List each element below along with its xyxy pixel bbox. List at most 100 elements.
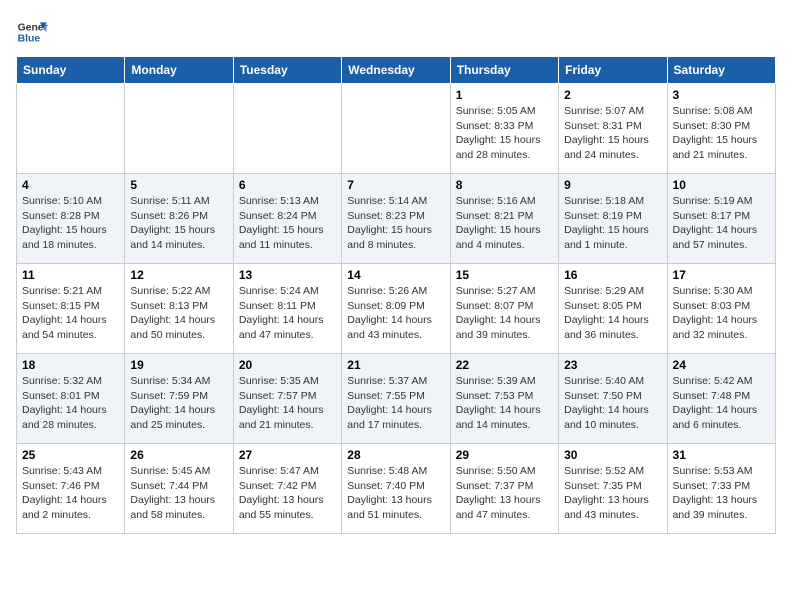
day-info: Sunrise: 5:32 AM Sunset: 8:01 PM Dayligh… bbox=[22, 374, 119, 433]
calendar-week-row: 18 Sunrise: 5:32 AM Sunset: 8:01 PM Dayli… bbox=[17, 354, 776, 444]
day-number: 26 bbox=[130, 448, 227, 462]
day-number: 16 bbox=[564, 268, 661, 282]
weekday-header: Tuesday bbox=[233, 57, 341, 84]
calendar-cell bbox=[17, 84, 125, 174]
day-info: Sunrise: 5:16 AM Sunset: 8:21 PM Dayligh… bbox=[456, 194, 553, 253]
day-info: Sunrise: 5:34 AM Sunset: 7:59 PM Dayligh… bbox=[130, 374, 227, 433]
calendar-cell: 10 Sunrise: 5:19 AM Sunset: 8:17 PM Dayli… bbox=[667, 174, 775, 264]
calendar-cell: 3 Sunrise: 5:08 AM Sunset: 8:30 PM Daylig… bbox=[667, 84, 775, 174]
day-info: Sunrise: 5:47 AM Sunset: 7:42 PM Dayligh… bbox=[239, 464, 336, 523]
calendar-cell: 31 Sunrise: 5:53 AM Sunset: 7:33 PM Dayli… bbox=[667, 444, 775, 534]
day-number: 7 bbox=[347, 178, 444, 192]
day-info: Sunrise: 5:37 AM Sunset: 7:55 PM Dayligh… bbox=[347, 374, 444, 433]
page-header: General Blue bbox=[16, 16, 776, 48]
day-info: Sunrise: 5:14 AM Sunset: 8:23 PM Dayligh… bbox=[347, 194, 444, 253]
calendar-cell bbox=[342, 84, 450, 174]
day-number: 8 bbox=[456, 178, 553, 192]
calendar-week-row: 1 Sunrise: 5:05 AM Sunset: 8:33 PM Daylig… bbox=[17, 84, 776, 174]
day-info: Sunrise: 5:08 AM Sunset: 8:30 PM Dayligh… bbox=[673, 104, 770, 163]
calendar-cell: 22 Sunrise: 5:39 AM Sunset: 7:53 PM Dayli… bbox=[450, 354, 558, 444]
weekday-header: Saturday bbox=[667, 57, 775, 84]
calendar-week-row: 4 Sunrise: 5:10 AM Sunset: 8:28 PM Daylig… bbox=[17, 174, 776, 264]
day-info: Sunrise: 5:05 AM Sunset: 8:33 PM Dayligh… bbox=[456, 104, 553, 163]
calendar-cell: 18 Sunrise: 5:32 AM Sunset: 8:01 PM Dayli… bbox=[17, 354, 125, 444]
day-info: Sunrise: 5:48 AM Sunset: 7:40 PM Dayligh… bbox=[347, 464, 444, 523]
day-info: Sunrise: 5:22 AM Sunset: 8:13 PM Dayligh… bbox=[130, 284, 227, 343]
calendar-cell: 20 Sunrise: 5:35 AM Sunset: 7:57 PM Dayli… bbox=[233, 354, 341, 444]
day-number: 4 bbox=[22, 178, 119, 192]
day-number: 1 bbox=[456, 88, 553, 102]
day-number: 2 bbox=[564, 88, 661, 102]
day-number: 9 bbox=[564, 178, 661, 192]
calendar-cell: 28Sunrise: 5:48 AM Sunset: 7:40 PM Dayli… bbox=[342, 444, 450, 534]
day-info: Sunrise: 5:42 AM Sunset: 7:48 PM Dayligh… bbox=[673, 374, 770, 433]
calendar-cell: 2Sunrise: 5:07 AM Sunset: 8:31 PM Daylig… bbox=[559, 84, 667, 174]
calendar-cell bbox=[125, 84, 233, 174]
day-info: Sunrise: 5:53 AM Sunset: 7:33 PM Dayligh… bbox=[673, 464, 770, 523]
day-info: Sunrise: 5:24 AM Sunset: 8:11 PM Dayligh… bbox=[239, 284, 336, 343]
day-number: 5 bbox=[130, 178, 227, 192]
calendar-cell: 4 Sunrise: 5:10 AM Sunset: 8:28 PM Daylig… bbox=[17, 174, 125, 264]
day-number: 21 bbox=[347, 358, 444, 372]
calendar-cell: 1 Sunrise: 5:05 AM Sunset: 8:33 PM Daylig… bbox=[450, 84, 558, 174]
day-info: Sunrise: 5:26 AM Sunset: 8:09 PM Dayligh… bbox=[347, 284, 444, 343]
day-info: Sunrise: 5:30 AM Sunset: 8:03 PM Dayligh… bbox=[673, 284, 770, 343]
day-info: Sunrise: 5:13 AM Sunset: 8:24 PM Dayligh… bbox=[239, 194, 336, 253]
calendar-cell: 23 Sunrise: 5:40 AM Sunset: 7:50 PM Dayli… bbox=[559, 354, 667, 444]
calendar-header-row: SundayMondayTuesdayWednesdayThursdayFrid… bbox=[17, 57, 776, 84]
calendar-cell: 15 Sunrise: 5:27 AM Sunset: 8:07 PM Dayli… bbox=[450, 264, 558, 354]
weekday-header: Monday bbox=[125, 57, 233, 84]
day-number: 24 bbox=[673, 358, 770, 372]
day-number: 14 bbox=[347, 268, 444, 282]
day-number: 23 bbox=[564, 358, 661, 372]
day-number: 11 bbox=[22, 268, 119, 282]
day-info: Sunrise: 5:35 AM Sunset: 7:57 PM Dayligh… bbox=[239, 374, 336, 433]
day-info: Sunrise: 5:52 AM Sunset: 7:35 PM Dayligh… bbox=[564, 464, 661, 523]
day-info: Sunrise: 5:10 AM Sunset: 8:28 PM Dayligh… bbox=[22, 194, 119, 253]
calendar-cell: 12 Sunrise: 5:22 AM Sunset: 8:13 PM Dayli… bbox=[125, 264, 233, 354]
calendar-cell: 16 Sunrise: 5:29 AM Sunset: 8:05 PM Dayli… bbox=[559, 264, 667, 354]
calendar-cell: 11Sunrise: 5:21 AM Sunset: 8:15 PM Dayli… bbox=[17, 264, 125, 354]
day-number: 19 bbox=[130, 358, 227, 372]
calendar-cell: 14 Sunrise: 5:26 AM Sunset: 8:09 PM Dayli… bbox=[342, 264, 450, 354]
day-number: 15 bbox=[456, 268, 553, 282]
day-number: 30 bbox=[564, 448, 661, 462]
day-info: Sunrise: 5:27 AM Sunset: 8:07 PM Dayligh… bbox=[456, 284, 553, 343]
day-info: Sunrise: 5:19 AM Sunset: 8:17 PM Dayligh… bbox=[673, 194, 770, 253]
calendar-cell: 24 Sunrise: 5:42 AM Sunset: 7:48 PM Dayli… bbox=[667, 354, 775, 444]
day-number: 13 bbox=[239, 268, 336, 282]
calendar-table: SundayMondayTuesdayWednesdayThursdayFrid… bbox=[16, 56, 776, 534]
calendar-cell: 21 Sunrise: 5:37 AM Sunset: 7:55 PM Dayli… bbox=[342, 354, 450, 444]
calendar-week-row: 25 Sunrise: 5:43 AM Sunset: 7:46 PM Dayli… bbox=[17, 444, 776, 534]
day-number: 22 bbox=[456, 358, 553, 372]
calendar-cell: 19 Sunrise: 5:34 AM Sunset: 7:59 PM Dayli… bbox=[125, 354, 233, 444]
day-info: Sunrise: 5:45 AM Sunset: 7:44 PM Dayligh… bbox=[130, 464, 227, 523]
day-number: 3 bbox=[673, 88, 770, 102]
day-info: Sunrise: 5:43 AM Sunset: 7:46 PM Dayligh… bbox=[22, 464, 119, 523]
day-number: 25 bbox=[22, 448, 119, 462]
calendar-cell: 27 Sunrise: 5:47 AM Sunset: 7:42 PM Dayli… bbox=[233, 444, 341, 534]
weekday-header: Sunday bbox=[17, 57, 125, 84]
logo-icon: General Blue bbox=[16, 16, 48, 48]
day-number: 18 bbox=[22, 358, 119, 372]
day-number: 20 bbox=[239, 358, 336, 372]
calendar-week-row: 11Sunrise: 5:21 AM Sunset: 8:15 PM Dayli… bbox=[17, 264, 776, 354]
day-number: 10 bbox=[673, 178, 770, 192]
calendar-cell: 5 Sunrise: 5:11 AM Sunset: 8:26 PM Daylig… bbox=[125, 174, 233, 264]
calendar-cell: 8 Sunrise: 5:16 AM Sunset: 8:21 PM Daylig… bbox=[450, 174, 558, 264]
day-info: Sunrise: 5:11 AM Sunset: 8:26 PM Dayligh… bbox=[130, 194, 227, 253]
day-number: 12 bbox=[130, 268, 227, 282]
day-info: Sunrise: 5:39 AM Sunset: 7:53 PM Dayligh… bbox=[456, 374, 553, 433]
day-number: 29 bbox=[456, 448, 553, 462]
calendar-cell bbox=[233, 84, 341, 174]
day-info: Sunrise: 5:50 AM Sunset: 7:37 PM Dayligh… bbox=[456, 464, 553, 523]
day-info: Sunrise: 5:40 AM Sunset: 7:50 PM Dayligh… bbox=[564, 374, 661, 433]
calendar-cell: 9Sunrise: 5:18 AM Sunset: 8:19 PM Daylig… bbox=[559, 174, 667, 264]
calendar-cell: 13 Sunrise: 5:24 AM Sunset: 8:11 PM Dayli… bbox=[233, 264, 341, 354]
day-info: Sunrise: 5:29 AM Sunset: 8:05 PM Dayligh… bbox=[564, 284, 661, 343]
calendar-cell: 25 Sunrise: 5:43 AM Sunset: 7:46 PM Dayli… bbox=[17, 444, 125, 534]
day-number: 27 bbox=[239, 448, 336, 462]
calendar-cell: 29 Sunrise: 5:50 AM Sunset: 7:37 PM Dayli… bbox=[450, 444, 558, 534]
day-number: 31 bbox=[673, 448, 770, 462]
weekday-header: Wednesday bbox=[342, 57, 450, 84]
